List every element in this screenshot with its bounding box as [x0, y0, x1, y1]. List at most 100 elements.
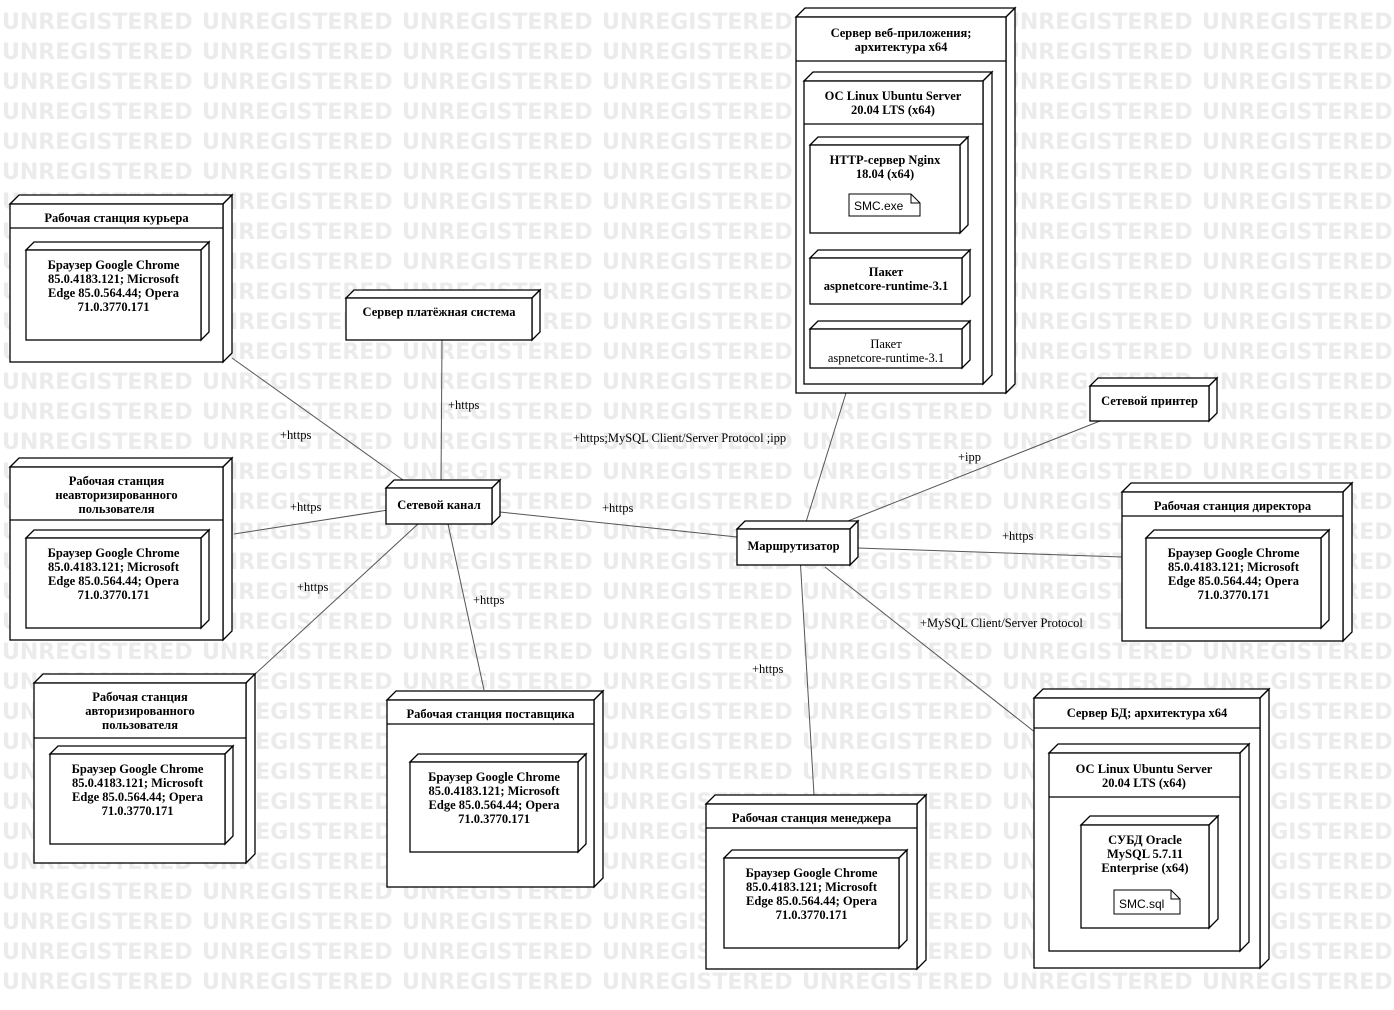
watermark-text: UNREGISTERED: [2, 100, 193, 125]
node-payment-side-face: [531, 288, 541, 342]
node-supplier-browser-top-face: [408, 753, 588, 763]
node-channel-top-face: [384, 479, 502, 489]
node-supplier-browser[interactable]: Браузер Google Chrome85.0.4183.121; Micr…: [408, 752, 588, 854]
node-dbserver-os-title: 20.04 LTS (x64): [1102, 776, 1186, 790]
node-director-title: Рабочая станция директора: [1154, 499, 1312, 513]
artifact-smc-sql[interactable]: SMC.sql: [1113, 889, 1181, 915]
edge-label-courier_channel: +https: [280, 428, 311, 442]
node-auth-browser[interactable]: Браузер Google Chrome85.0.4183.121; Micr…: [48, 744, 235, 846]
node-supplier-browser-side-face: [577, 752, 587, 854]
node-director-browser[interactable]: Браузер Google Chrome85.0.4183.121; Micr…: [1144, 528, 1331, 630]
node-auth-title: пользователя: [102, 718, 178, 732]
node-webserver-pkg1[interactable]: Пакетaspnetcore-runtime-3.1: [808, 248, 972, 306]
watermark-text: UNREGISTERED: [1002, 130, 1193, 155]
deployment-diagram: UNREGISTERED UNREGISTERED UNREGISTERED UNRE…: [2, 6, 1393, 995]
node-unauth-title: неавторизированного: [55, 488, 177, 502]
watermark-text: UNREGISTERED: [602, 70, 793, 95]
watermark-text: UNREGISTERED: [2, 40, 193, 65]
node-webserver-nginx[interactable]: HTTP-сервер Nginx18.04 (x64) SMC.exe: [808, 135, 970, 235]
watermark-text: UNREGISTERED: [1202, 460, 1393, 485]
watermark-text: UNREGISTERED: [402, 340, 593, 365]
node-manager-browser-text: Edge 85.0.564.44; Opera: [746, 894, 878, 908]
watermark-text: UNREGISTERED: [202, 970, 393, 995]
watermark-text: UNREGISTERED: [602, 400, 793, 425]
watermark-text: UNREGISTERED: [802, 490, 993, 515]
watermark-text: UNREGISTERED: [2, 940, 193, 965]
node-printer[interactable]: Сетевой принтер: [1088, 376, 1219, 423]
node-dbserver-os-title: ОС Linux Ubuntu Server: [1076, 762, 1213, 776]
node-supplier[interactable]: Рабочая станция поставщика Браузер Google…: [385, 689, 605, 889]
node-auth-browser-text: Edge 85.0.564.44; Opera: [72, 790, 204, 804]
node-unauth-browser-top-face: [24, 529, 211, 539]
node-webserver-pkg1-title: aspnetcore-runtime-3.1: [824, 279, 948, 293]
node-payment-top-face: [344, 289, 542, 299]
watermark-text: UNREGISTERED: [802, 580, 993, 605]
node-webserver-top-face: [794, 7, 1017, 18]
node-webserver-os[interactable]: ОС Linux Ubuntu Server20.04 LTS (x64) HTT…: [802, 70, 994, 386]
node-courier-browser-text: 85.0.4183.121; Microsoft: [48, 272, 180, 286]
watermark-text: UNREGISTERED: [1202, 190, 1393, 215]
node-auth-top-face: [32, 673, 257, 684]
node-dbserver-os[interactable]: ОС Linux Ubuntu Server20.04 LTS (x64) СУБ…: [1047, 742, 1251, 953]
watermark-text: UNREGISTERED: [402, 40, 593, 65]
node-payment-title: Сервер платёжная система: [363, 305, 517, 319]
node-router[interactable]: Маршрутизатор: [735, 519, 860, 567]
node-webserver[interactable]: Сервер веб-приложения;архитектура x64 ОС …: [794, 6, 1017, 395]
node-manager-browser-text: 85.0.4183.121; Microsoft: [746, 880, 878, 894]
node-webserver-nginx-top-face: [808, 136, 970, 146]
node-courier-browser-text: Браузер Google Chrome: [48, 258, 180, 272]
node-webserver-pkg2-title: aspnetcore-runtime-3.1: [828, 351, 944, 365]
node-unauth-title: пользователя: [79, 502, 155, 516]
node-dbserver[interactable]: Сервер БД; архитектура x64 ОС Linux Ubunt…: [1032, 687, 1271, 970]
node-courier-browser[interactable]: Браузер Google Chrome85.0.4183.121; Micr…: [24, 240, 211, 342]
node-dbserver-dbms-title: MySQL 5.7.11: [1107, 847, 1183, 861]
node-unauth-title: Рабочая станция: [69, 474, 165, 488]
node-unauth[interactable]: Рабочая станциянеавторизированногопользо…: [8, 456, 234, 642]
watermark-text: UNREGISTERED: [1002, 340, 1193, 365]
watermark-text: UNREGISTERED: [2, 400, 193, 425]
node-director[interactable]: Рабочая станция директора Браузер Google …: [1120, 481, 1354, 643]
watermark-text: UNREGISTERED: [2, 640, 193, 665]
node-courier-title: Рабочая станция курьера: [44, 211, 189, 225]
node-manager-browser[interactable]: Браузер Google Chrome85.0.4183.121; Micr…: [722, 848, 909, 950]
node-router-side-face: [849, 519, 859, 567]
node-unauth-top-face: [8, 457, 234, 468]
node-router-title: Маршрутизатор: [747, 539, 839, 553]
node-payment[interactable]: Сервер платёжная система: [344, 288, 542, 342]
node-courier[interactable]: Рабочая станция курьера Браузер Google Ch…: [8, 193, 234, 364]
artifact-smc-exe-label: SMC.exe: [854, 199, 904, 213]
node-dbserver-dbms-side-face: [1208, 814, 1219, 930]
watermark-text: UNREGISTERED: [602, 10, 793, 35]
node-channel[interactable]: Сетевой канал: [384, 478, 502, 526]
watermark-text: UNREGISTERED: [802, 760, 993, 785]
watermark-text: UNREGISTERED: [202, 40, 393, 65]
node-unauth-browser[interactable]: Браузер Google Chrome85.0.4183.121; Micr…: [24, 528, 211, 630]
watermark-text: UNREGISTERED: [1202, 340, 1393, 365]
artifact-smc-exe[interactable]: SMC.exe: [848, 193, 921, 217]
watermark-text: UNREGISTERED: [802, 970, 993, 995]
watermark-text: UNREGISTERED: [802, 730, 993, 755]
edge-label-payment_channel: +https: [448, 398, 479, 412]
node-courier-browser-text: 71.0.3770.171: [78, 300, 150, 314]
node-auth[interactable]: Рабочая станцияавторизированногопользова…: [32, 672, 257, 865]
watermark-text: UNREGISTERED: [1202, 370, 1393, 395]
node-manager[interactable]: Рабочая станция менеджера Браузер Google …: [704, 793, 928, 971]
watermark-text: UNREGISTERED: [402, 130, 593, 155]
edge-label-auth_channel: +https: [297, 580, 328, 594]
watermark-text: UNREGISTERED: [602, 340, 793, 365]
node-webserver-os-top-face: [802, 71, 994, 82]
edge-label-router_director: +https: [1002, 529, 1033, 543]
watermark-text: UNREGISTERED: [1202, 250, 1393, 275]
node-dbserver-dbms[interactable]: СУБД OracleMySQL 5.7.11Enterprise (x64) S…: [1079, 814, 1220, 930]
watermark-text: UNREGISTERED: [2, 880, 193, 905]
node-dbserver-dbms-title: СУБД Oracle: [1108, 833, 1182, 847]
watermark-text: UNREGISTERED: [202, 130, 393, 155]
node-dbserver-top-face: [1032, 688, 1271, 699]
node-webserver-pkg2[interactable]: Пакетaspnetcore-runtime-3.1: [808, 319, 972, 370]
edge-label-supplier_channel: +https: [473, 593, 504, 607]
watermark-text: UNREGISTERED: [402, 550, 593, 575]
node-supplier-browser-text: 85.0.4183.121; Microsoft: [429, 784, 561, 798]
watermark-text: UNREGISTERED: [602, 40, 793, 65]
node-router-top-face: [735, 520, 860, 530]
node-webserver-os-title: ОС Linux Ubuntu Server: [825, 89, 962, 103]
